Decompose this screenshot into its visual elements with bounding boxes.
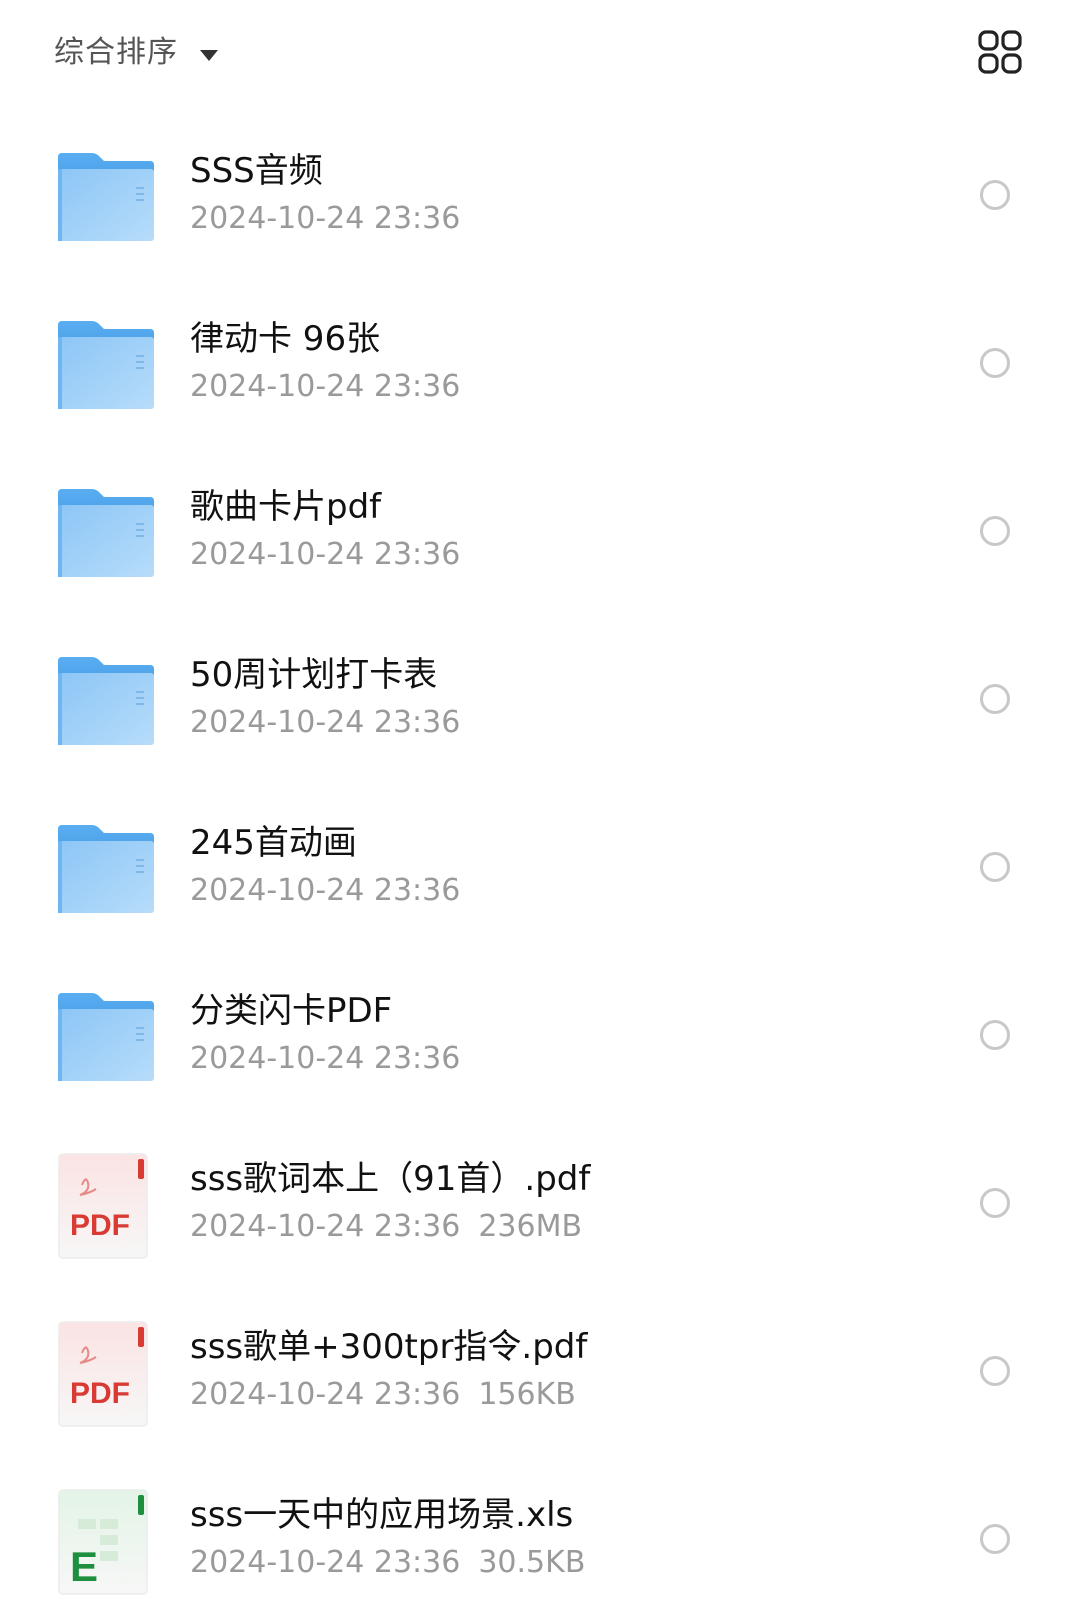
file-date: 2024-10-24 23:36 <box>190 873 461 908</box>
file-row[interactable]: 50周计划打卡表 2024-10-24 23:36 <box>0 617 1080 785</box>
select-radio[interactable] <box>980 1356 1010 1386</box>
svg-text:PDF: PDF <box>70 1209 130 1242</box>
svg-text:E: E <box>70 1543 98 1590</box>
file-date: 2024-10-24 23:36 <box>190 1041 461 1076</box>
file-name: 律动卡 96张 <box>190 319 381 359</box>
list-header: 综合排序 <box>0 0 1080 108</box>
select-radio[interactable] <box>980 516 1010 546</box>
folder-icon <box>56 151 156 243</box>
file-date: 2024-10-24 23:36 <box>190 369 461 404</box>
file-meta: 2024-10-24 23:36 236MB <box>190 1207 582 1247</box>
file-date: 2024-10-24 23:36 <box>190 1209 461 1244</box>
select-radio[interactable] <box>980 1020 1010 1050</box>
file-meta: 2024-10-24 23:36 156KB <box>190 1375 576 1415</box>
file-browser-sheet: 综合排序 SSS音频 2024-10-24 23:36 律动卡 96张 2024… <box>0 0 1080 1616</box>
folder-icon <box>56 655 156 747</box>
file-name: sss歌单+300tpr指令.pdf <box>190 1327 588 1367</box>
file-size: 236MB <box>478 1209 583 1244</box>
select-radio[interactable] <box>980 852 1010 882</box>
file-row[interactable]: 歌曲卡片pdf 2024-10-24 23:36 <box>0 449 1080 617</box>
select-radio[interactable] <box>980 348 1010 378</box>
file-meta: 2024-10-24 23:36 <box>190 367 460 407</box>
file-date: 2024-10-24 23:36 <box>190 201 461 236</box>
file-date: 2024-10-24 23:36 <box>190 705 461 740</box>
file-name: sss歌词本上（91首）.pdf <box>190 1159 591 1199</box>
file-row[interactable]: PDF sss歌词本上（91首）.pdf 2024-10-24 23:36 236M… <box>0 1121 1080 1289</box>
file-name: 分类闪卡PDF <box>190 991 393 1031</box>
file-row[interactable]: PDF sss歌单+300tpr指令.pdf 2024-10-24 23:36 15… <box>0 1289 1080 1457</box>
select-radio[interactable] <box>980 684 1010 714</box>
folder-icon <box>56 487 156 579</box>
pdf-file-icon: PDF <box>58 1321 150 1429</box>
svg-text:PDF: PDF <box>70 1377 130 1410</box>
folder-icon <box>56 991 156 1083</box>
excel-file-icon: E <box>58 1489 150 1597</box>
file-meta: 2024-10-24 23:36 <box>190 535 460 575</box>
pdf-file-icon: PDF <box>58 1153 150 1261</box>
file-name: 歌曲卡片pdf <box>190 487 382 527</box>
file-row[interactable]: 分类闪卡PDF 2024-10-24 23:36 <box>0 953 1080 1121</box>
file-name: 245首动画 <box>190 823 357 863</box>
select-radio[interactable] <box>980 1188 1010 1218</box>
select-radio[interactable] <box>980 1524 1010 1554</box>
file-row[interactable]: 律动卡 96张 2024-10-24 23:36 <box>0 281 1080 449</box>
file-meta: 2024-10-24 23:36 <box>190 703 460 743</box>
folder-icon <box>56 823 156 915</box>
file-meta: 2024-10-24 23:36 <box>190 1039 460 1079</box>
folder-icon <box>56 319 156 411</box>
caret-down-icon <box>200 49 218 61</box>
file-meta: 2024-10-24 23:36 <box>190 199 460 239</box>
file-name: sss一天中的应用场景.xls <box>190 1495 574 1535</box>
file-size: 30.5KB <box>478 1545 586 1580</box>
grid-view-icon[interactable] <box>978 30 1022 74</box>
file-size: 156KB <box>478 1377 576 1412</box>
file-date: 2024-10-24 23:36 <box>190 1377 461 1412</box>
file-row[interactable]: SSS音频 2024-10-24 23:36 <box>0 113 1080 281</box>
file-row[interactable]: 245首动画 2024-10-24 23:36 <box>0 785 1080 953</box>
file-date: 2024-10-24 23:36 <box>190 537 461 572</box>
file-row[interactable]: E sss一天中的应用场景.xls 2024-10-24 23:36 30.5KB <box>0 1457 1080 1616</box>
file-name: SSS音频 <box>190 151 323 191</box>
file-date: 2024-10-24 23:36 <box>190 1545 461 1580</box>
file-meta: 2024-10-24 23:36 <box>190 871 460 911</box>
sort-dropdown[interactable]: 综合排序 <box>54 30 218 76</box>
sort-label: 综合排序 <box>54 35 178 70</box>
file-meta: 2024-10-24 23:36 30.5KB <box>190 1543 585 1583</box>
select-radio[interactable] <box>980 180 1010 210</box>
file-list: SSS音频 2024-10-24 23:36 律动卡 96张 2024-10-24 … <box>0 113 1080 1616</box>
file-name: 50周计划打卡表 <box>190 655 438 695</box>
